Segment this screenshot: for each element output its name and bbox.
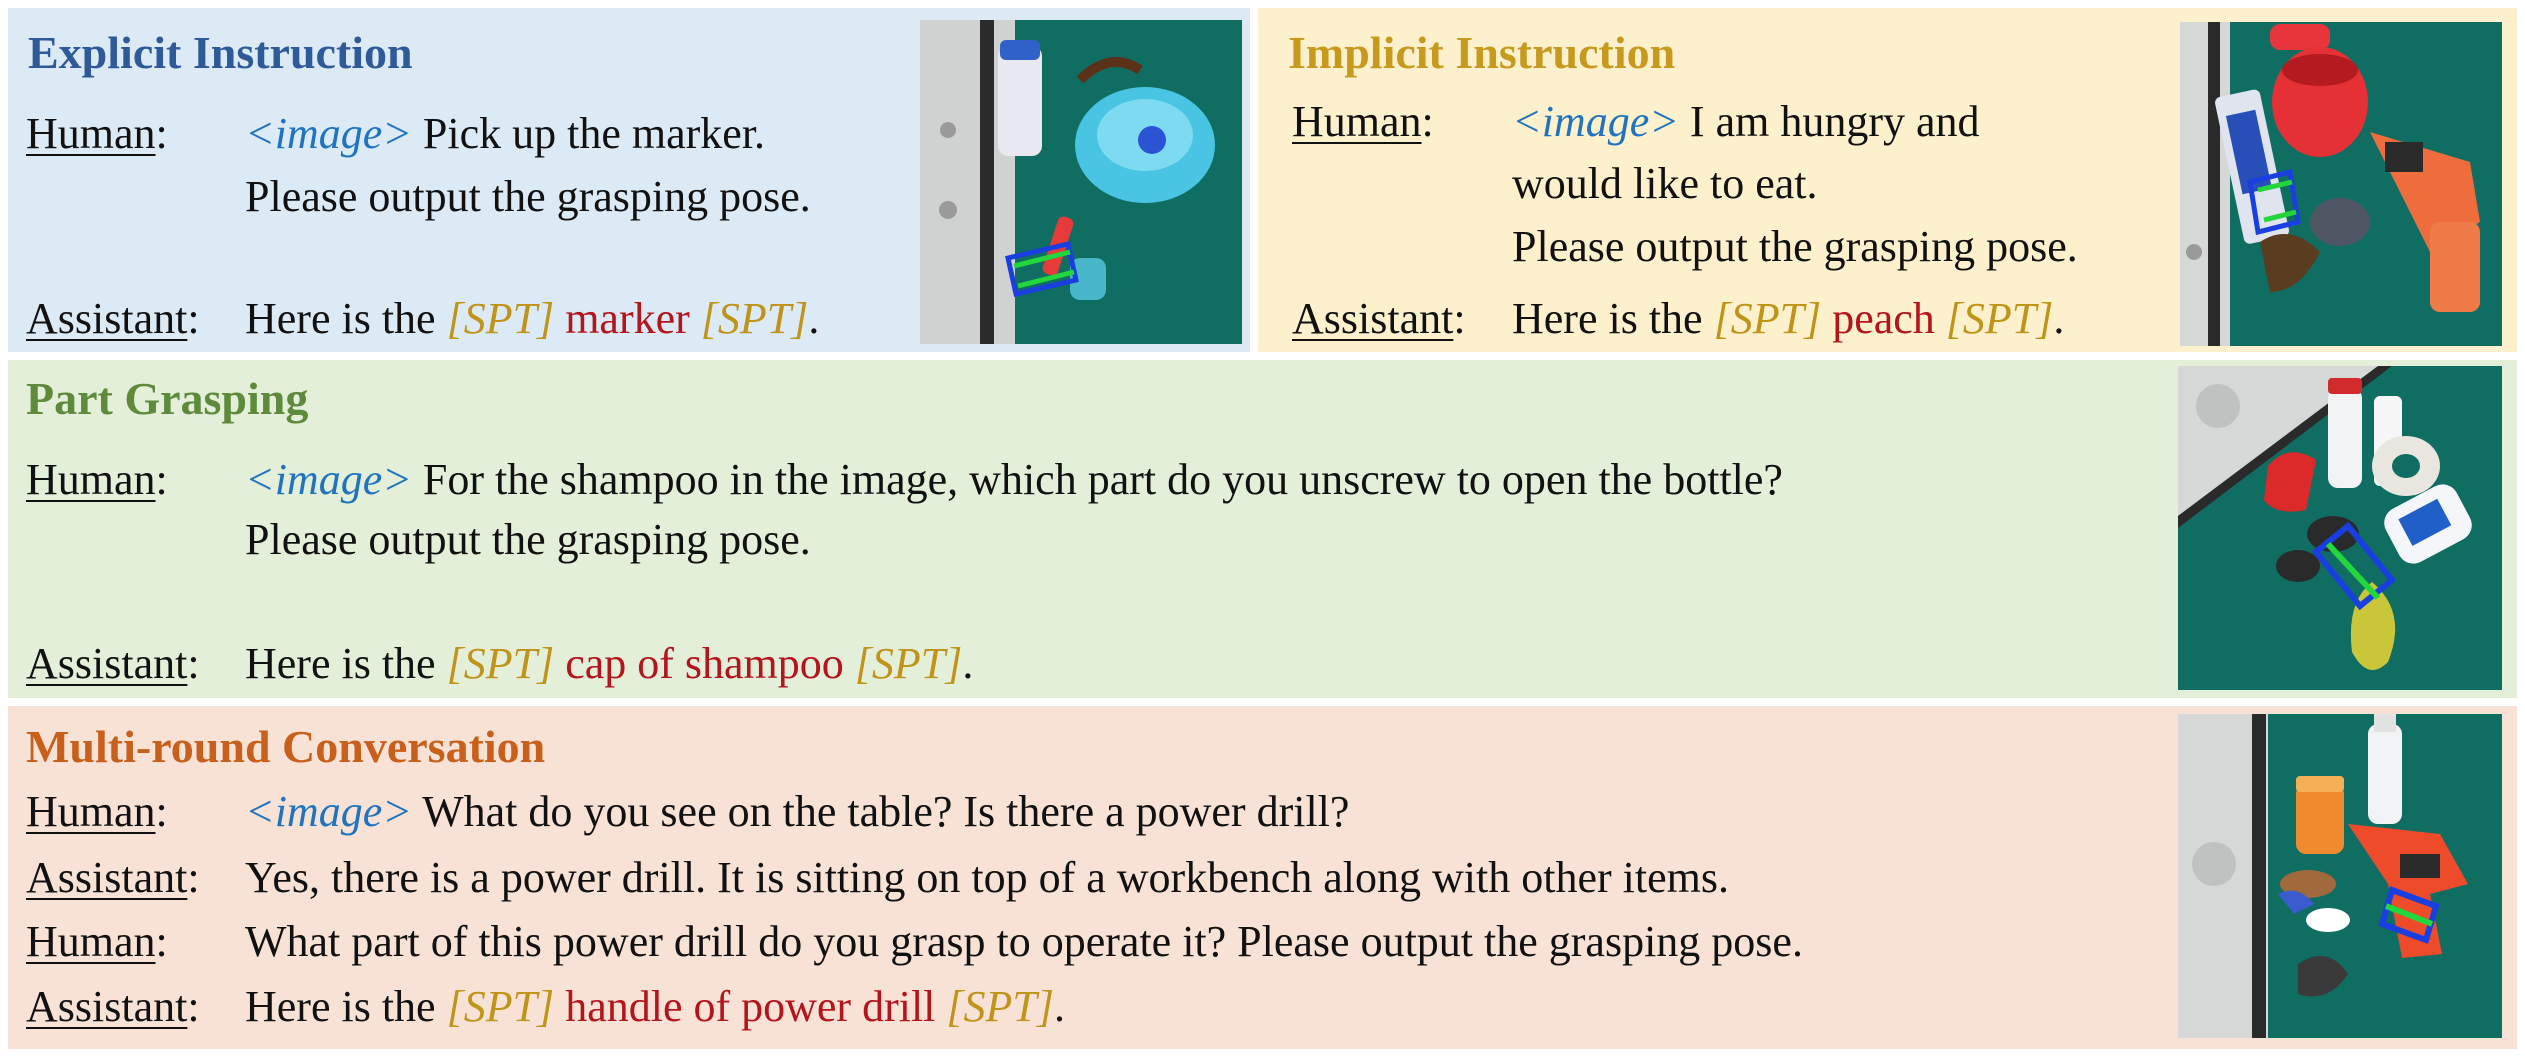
spt-token: [SPT] bbox=[446, 982, 555, 1031]
utterance-text: . bbox=[808, 294, 820, 343]
panel-heading: Multi-round Conversation bbox=[26, 721, 546, 772]
spt-token: [SPT] bbox=[1713, 294, 1822, 343]
human-utterance-2: Please output the grasping pose. bbox=[245, 515, 811, 564]
turn-1-speaker: Human: bbox=[26, 787, 168, 836]
utterance-text: What do you see on the table? Is there a… bbox=[411, 787, 1350, 836]
spt-token: [SPT] bbox=[854, 639, 963, 688]
human-line-1: Human: bbox=[26, 109, 168, 158]
turn-1-utterance: <image> What do you see on the table? Is… bbox=[245, 790, 1349, 834]
peach-scene-photo bbox=[2180, 22, 2502, 346]
panel-heading: Part Grasping bbox=[26, 373, 309, 424]
utterance-text: . bbox=[1054, 982, 1065, 1031]
speaker-label: Assistant bbox=[26, 294, 188, 343]
speaker-label: Assistant bbox=[26, 853, 188, 902]
assistant-line: Assistant: bbox=[26, 294, 200, 343]
turn-4-speaker: Assistant: bbox=[26, 982, 200, 1031]
utterance-text: For the shampoo in the image, which part… bbox=[411, 455, 1783, 504]
turn-4-utterance: Here is the [SPT] handle of power drill … bbox=[245, 985, 1065, 1029]
human-line-1: Human: bbox=[26, 455, 168, 504]
utterance-text: Here is the bbox=[1512, 294, 1714, 343]
part-grasping-panel: Part Grasping Human: <image> For the sha… bbox=[8, 360, 2517, 698]
image-token: <image> bbox=[245, 455, 412, 504]
utterance-text: Here is the bbox=[245, 639, 447, 688]
spt-token: [SPT] bbox=[446, 639, 555, 688]
speaker-label: Human bbox=[26, 917, 156, 966]
speaker-label: Human bbox=[26, 787, 156, 836]
utterance-text: . bbox=[962, 639, 974, 688]
human-utterance-2: Please output the grasping pose. bbox=[245, 172, 811, 221]
human-line-1: Human: bbox=[1292, 97, 1434, 146]
explicit-instruction-panel: Explicit Instruction Human: <image> Pick… bbox=[8, 8, 1250, 352]
human-utterance-3: Please output the grasping pose. bbox=[1512, 222, 2078, 271]
image-token: <image> bbox=[245, 787, 412, 836]
implicit-instruction-panel: Implicit Instruction Human: <image> I am… bbox=[1258, 8, 2517, 352]
turn-3-utterance: What part of this power drill do you gra… bbox=[245, 917, 1803, 966]
speaker-label: Human bbox=[1292, 97, 1422, 146]
human-utterance-1: <image> Pick up the marker. bbox=[245, 112, 765, 156]
target-text: marker bbox=[554, 294, 701, 343]
image-token: <image> bbox=[1512, 97, 1679, 146]
speaker-label: Assistant bbox=[26, 982, 188, 1031]
drill-scene-photo bbox=[2178, 714, 2502, 1038]
spt-token: [SPT] bbox=[700, 294, 809, 343]
spt-token: [SPT] bbox=[446, 294, 555, 343]
panel-heading: Explicit Instruction bbox=[28, 27, 413, 78]
turn-3-speaker: Human: bbox=[26, 917, 168, 966]
utterance-text: Here is the bbox=[245, 294, 447, 343]
shampoo-scene-photo bbox=[2178, 366, 2502, 690]
assistant-line: Assistant: bbox=[1292, 294, 1466, 343]
assistant-utterance: Here is the [SPT] marker [SPT]. bbox=[245, 297, 819, 341]
human-utterance-1: <image> For the shampoo in the image, wh… bbox=[245, 458, 1783, 502]
marker-scene-photo bbox=[920, 20, 1242, 344]
human-utterance-2: would like to eat. bbox=[1512, 159, 1818, 208]
turn-2-utterance: Yes, there is a power drill. It is sitti… bbox=[245, 853, 1729, 902]
assistant-utterance: Here is the [SPT] peach [SPT]. bbox=[1512, 297, 2064, 341]
human-utterance-1: <image> I am hungry and bbox=[1512, 100, 1980, 144]
target-text: peach bbox=[1821, 294, 1946, 343]
utterance-text: . bbox=[2053, 294, 2065, 343]
panel-heading: Implicit Instruction bbox=[1288, 27, 1676, 78]
spt-token: [SPT] bbox=[1945, 294, 2054, 343]
utterance-text: Here is the bbox=[245, 982, 447, 1031]
speaker-label: Assistant bbox=[26, 639, 188, 688]
target-text: cap of shampoo bbox=[554, 639, 855, 688]
assistant-utterance: Here is the [SPT] cap of shampoo [SPT]. bbox=[245, 642, 973, 686]
speaker-label: Assistant bbox=[1292, 294, 1454, 343]
assistant-line: Assistant: bbox=[26, 639, 200, 688]
utterance-text: Pick up the marker. bbox=[411, 109, 766, 158]
utterance-text: I am hungry and bbox=[1678, 97, 1980, 146]
image-token: <image> bbox=[245, 109, 412, 158]
multi-round-conversation-panel: Multi-round Conversation Human: <image> … bbox=[8, 706, 2517, 1049]
target-text: handle of power drill bbox=[554, 982, 947, 1031]
spt-token: [SPT] bbox=[946, 982, 1054, 1031]
speaker-label: Human bbox=[26, 109, 156, 158]
turn-2-speaker: Assistant: bbox=[26, 853, 200, 902]
speaker-label: Human bbox=[26, 455, 156, 504]
